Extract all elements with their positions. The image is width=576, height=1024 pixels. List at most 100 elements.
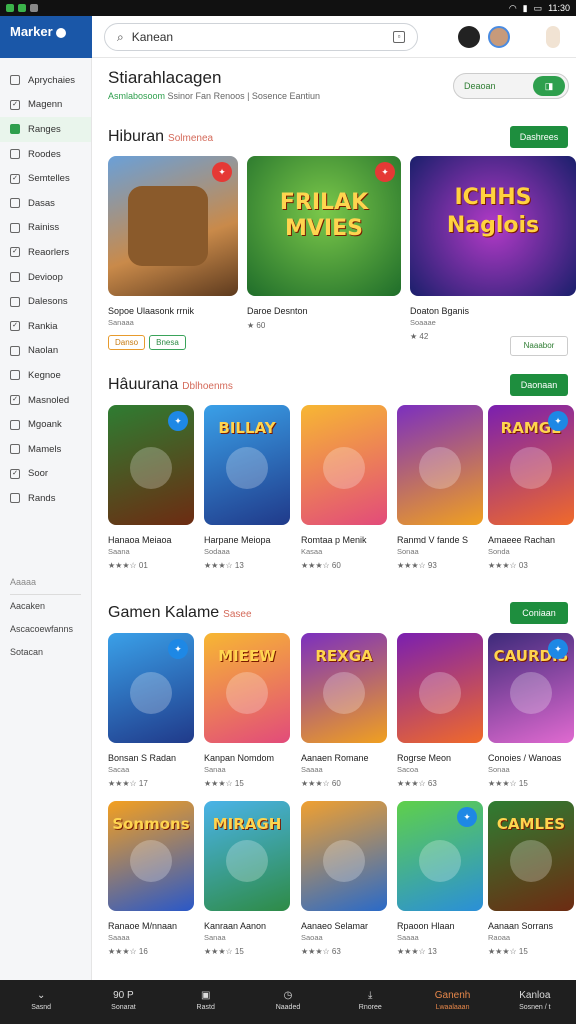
checkbox-icon[interactable] [10, 124, 20, 135]
checkbox-icon[interactable] [10, 419, 20, 430]
checkbox-icon[interactable]: ✓ [10, 468, 20, 479]
checkbox-icon[interactable]: ✓ [10, 173, 20, 184]
game-thumbnail[interactable]: ICHHS Naglois [410, 156, 576, 296]
game-thumbnail[interactable] [301, 801, 387, 911]
game-thumbnail[interactable]: BILLAY [204, 405, 290, 525]
sidebar-item[interactable]: Naolan [0, 339, 91, 364]
profile-switch-icon[interactable] [458, 26, 480, 48]
game-thumbnail[interactable]: ✦ [108, 405, 194, 525]
app-logo[interactable]: Marker [0, 16, 92, 58]
nav-item[interactable]: Ganenh Lwaalaaan [411, 980, 493, 1024]
game-tag[interactable]: Danso [108, 335, 146, 350]
game-card[interactable]: MIRAGH Kanraan Aanon Sanaa ★★★☆ 15 [204, 801, 290, 956]
sidebar-item[interactable]: Dalesons [0, 289, 91, 314]
game-thumbnail[interactable]: Sonmons [108, 801, 194, 911]
game-card[interactable]: ✦ Hanaoa Meiaoa Saana ★★★☆ 01 [108, 405, 194, 570]
game-card[interactable]: Sonmons Ranaoe M/nnaan Saaaa ★★★☆ 16 [108, 801, 194, 956]
checkbox-icon[interactable]: ✓ [10, 321, 20, 332]
game-thumbnail[interactable]: REXGA [301, 633, 387, 743]
game-thumbnail[interactable]: ✦ [397, 801, 483, 911]
voice-search-icon[interactable]: ▫ [393, 31, 405, 43]
nav-item[interactable]: 90 P Sonarat [82, 980, 164, 1024]
sidebar-item[interactable]: Kegnoe [0, 363, 91, 388]
game-card[interactable]: ICHHS Naglois Doaton Bganis Soaaae ★ 42 [410, 156, 576, 341]
game-thumbnail[interactable]: ✦ [108, 156, 238, 296]
toggle-switch-icon[interactable]: ◨ [533, 76, 565, 96]
filter-toggle[interactable]: Deaoan ◨ [453, 73, 569, 99]
checkbox-icon[interactable]: ✓ [10, 395, 20, 406]
game-card[interactable]: FRILAK MVIES ✦ Daroe Desnton ★ 60 [247, 156, 401, 330]
game-thumbnail[interactable] [301, 405, 387, 525]
game-card[interactable]: REXGA Aanaen Romane Saaaa ★★★☆ 60 [301, 633, 387, 788]
sidebar-item[interactable]: ✓ Soor [0, 462, 91, 487]
game-card[interactable]: Aanaeo Selamar Saoaa ★★★☆ 63 [301, 801, 387, 956]
checkbox-icon[interactable]: ✓ [10, 99, 20, 110]
game-card[interactable]: RAMGE ✦ Amaeee Rachan Sonda ★★★☆ 03 [488, 405, 574, 570]
section-more-button[interactable]: Dashrees [510, 126, 568, 148]
search-bar[interactable]: ⌕ Kanean ▫ [104, 23, 418, 51]
wifi-icon: ◠ [508, 2, 517, 13]
checkbox-icon[interactable] [10, 222, 20, 233]
checkbox-icon[interactable] [10, 296, 20, 307]
nav-item[interactable]: ▣ Rastd [165, 980, 247, 1024]
game-card[interactable]: Rogrse Meon Sacoa ★★★☆ 63 [397, 633, 483, 788]
game-card[interactable]: ✦ Bonsan S Radan Sacaa ★★★☆ 17 [108, 633, 194, 788]
game-thumbnail[interactable]: MIEEW [204, 633, 290, 743]
sidebar-item[interactable]: Ranges [0, 117, 91, 142]
game-thumbnail[interactable]: FRILAK MVIES ✦ [247, 156, 401, 296]
game-thumbnail[interactable] [397, 633, 483, 743]
checkbox-icon[interactable] [10, 493, 20, 504]
game-thumbnail[interactable]: MIRAGH [204, 801, 290, 911]
game-card[interactable]: Ranmd V fande S Sonaa ★★★☆ 93 [397, 405, 483, 570]
game-thumbnail[interactable]: RAMGE ✦ [488, 405, 574, 525]
avatar[interactable] [488, 26, 510, 48]
sidebar-item[interactable]: ✓ Reaorlers [0, 240, 91, 265]
sidebar-item[interactable]: Rainiss [0, 216, 91, 241]
checkbox-icon[interactable] [10, 75, 20, 86]
sidebar-item[interactable]: Roodes [0, 142, 91, 167]
game-thumbnail[interactable]: CAMLES [488, 801, 574, 911]
sidebar-footer-link[interactable]: Sotacan [0, 641, 91, 664]
menu-icon[interactable] [546, 26, 560, 48]
checkbox-icon[interactable] [10, 149, 20, 160]
sidebar-item[interactable]: Aprychaies [0, 68, 91, 93]
checkbox-icon[interactable] [10, 198, 20, 209]
game-card[interactable]: ✦ Sopoe Ulaasonk rrnik Sanaaa Danso Bnesa [108, 156, 238, 350]
sidebar-footer-link[interactable]: Aacaken [0, 595, 91, 618]
checkbox-icon[interactable] [10, 444, 20, 455]
sidebar-item[interactable]: Mamels [0, 437, 91, 462]
sidebar-footer-link[interactable]: Ascacoewfanns [0, 618, 91, 641]
sidebar-item[interactable]: Rands [0, 486, 91, 511]
game-card[interactable]: CAMLES Aanaan Sorrans Raoaa ★★★☆ 15 [488, 801, 574, 956]
sidebar-item[interactable]: Dasas [0, 191, 91, 216]
sidebar-item[interactable]: Mgoank [0, 412, 91, 437]
sidebar-item[interactable]: ✓ Semtelles [0, 166, 91, 191]
game-card[interactable]: ✦ Rpaoon Hlaan Saaaa ★★★☆ 13 [397, 801, 483, 956]
nav-item[interactable]: ◷ Naaded [247, 980, 329, 1024]
sidebar-item[interactable]: ✓ Masnoled [0, 388, 91, 413]
checkbox-icon[interactable] [10, 272, 20, 283]
game-thumbnail[interactable] [397, 405, 483, 525]
game-card[interactable]: Romtaa p Menik Kasaa ★★★☆ 60 [301, 405, 387, 570]
game-thumbnail[interactable]: CAURDIS ✦ [488, 633, 574, 743]
game-thumbnail[interactable]: ✦ [108, 633, 194, 743]
sidebar-item[interactable]: ✓ Rankia [0, 314, 91, 339]
sidebar-item[interactable]: ✓ Magenn [0, 93, 91, 118]
nav-item[interactable]: Kanloa Sosnen / t [494, 980, 576, 1024]
game-meta: Sacoa [397, 765, 419, 774]
sidebar-item[interactable]: Devioop [0, 265, 91, 290]
game-card[interactable]: BILLAY Harpane Meiopa Sodaaa ★★★☆ 13 [204, 405, 290, 570]
status-bar: ◠ ▮ ▭ 11:30 [0, 0, 576, 16]
nav-item[interactable]: ⌄ Sasnd [0, 980, 82, 1024]
game-card[interactable]: CAURDIS ✦ Conoies / Wanoas Sonaa ★★★☆ 15 [488, 633, 574, 788]
game-tag[interactable]: Bnesa [149, 335, 186, 350]
section-more-button[interactable]: Daonaan [510, 374, 568, 396]
card-action-button[interactable]: Naaabor [510, 336, 568, 356]
search-input[interactable]: Kanean [132, 30, 393, 44]
checkbox-icon[interactable]: ✓ [10, 247, 20, 258]
checkbox-icon[interactable] [10, 370, 20, 381]
nav-item[interactable]: ⤓ Rnoree [329, 980, 411, 1024]
checkbox-icon[interactable] [10, 345, 20, 356]
game-card[interactable]: MIEEW Kanpan Nomdom Sanaa ★★★☆ 15 [204, 633, 290, 788]
section-more-button[interactable]: Coniaan [510, 602, 568, 624]
